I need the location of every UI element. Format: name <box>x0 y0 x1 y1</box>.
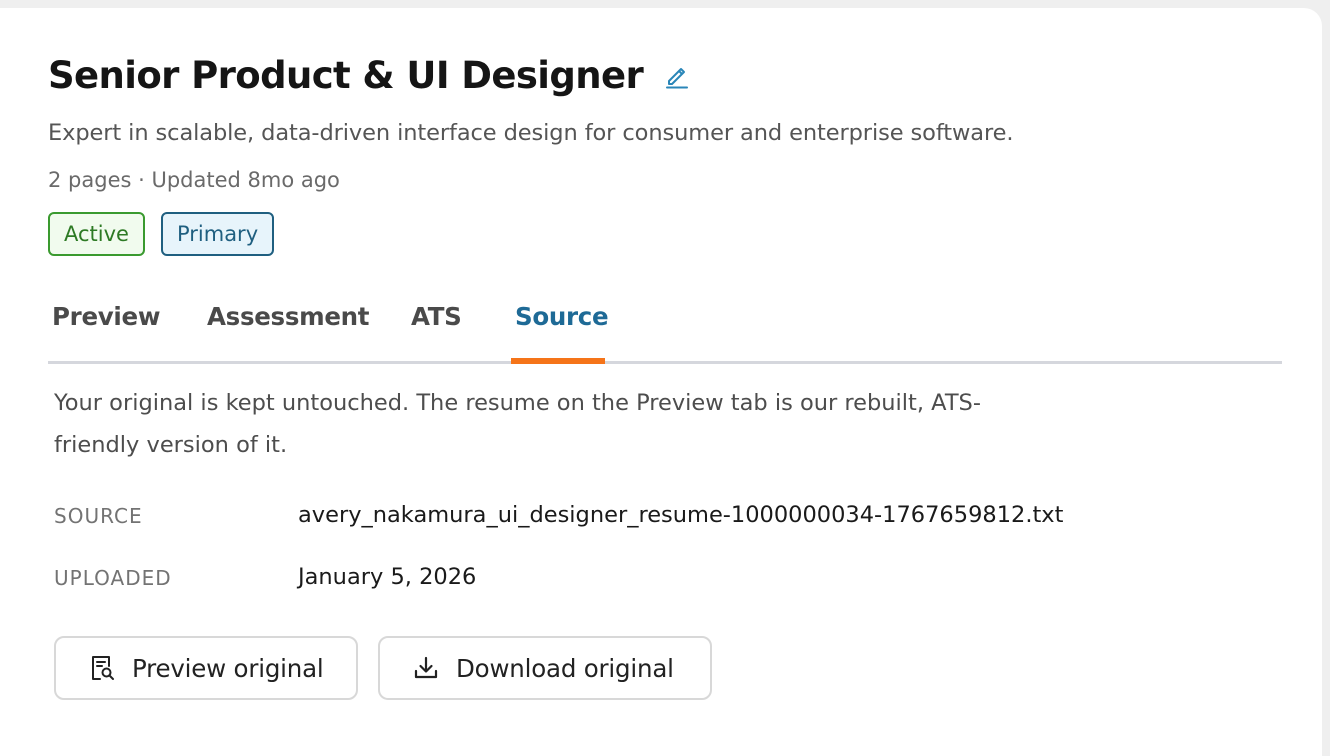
tab-preview[interactable]: Preview <box>52 302 160 364</box>
uploaded-label: UPLOADED <box>54 566 172 590</box>
download-icon <box>412 654 440 682</box>
document-search-icon <box>88 654 116 682</box>
source-label: SOURCE <box>54 504 143 528</box>
resume-subtitle: Expert in scalable, data-driven interfac… <box>48 120 1014 146</box>
pencil-icon[interactable] <box>663 62 691 90</box>
tab-bar: Preview Assessment ATS Source <box>48 290 1282 364</box>
tab-source[interactable]: Source <box>515 302 609 364</box>
resume-meta: 2 pages · Updated 8mo ago <box>48 168 340 192</box>
download-original-button[interactable]: Download original <box>378 636 712 700</box>
status-badges: Active Primary <box>48 212 290 256</box>
uploaded-date: January 5, 2026 <box>298 564 477 590</box>
preview-original-label: Preview original <box>132 653 324 683</box>
title-row: Senior Product & UI Designer <box>48 54 691 97</box>
source-filename: avery_nakamura_ui_designer_resume-100000… <box>298 502 1064 528</box>
page-title: Senior Product & UI Designer <box>48 54 644 97</box>
download-original-label: Download original <box>456 653 674 683</box>
preview-original-button[interactable]: Preview original <box>54 636 358 700</box>
resume-card: Senior Product & UI Designer Expert in s… <box>0 8 1322 756</box>
source-description: Your original is kept untouched. The res… <box>54 390 981 458</box>
primary-badge: Primary <box>160 212 275 256</box>
active-tab-indicator <box>511 358 605 364</box>
tab-assessment[interactable]: Assessment <box>207 302 370 364</box>
active-badge: Active <box>48 212 145 256</box>
tab-ats[interactable]: ATS <box>411 302 462 364</box>
